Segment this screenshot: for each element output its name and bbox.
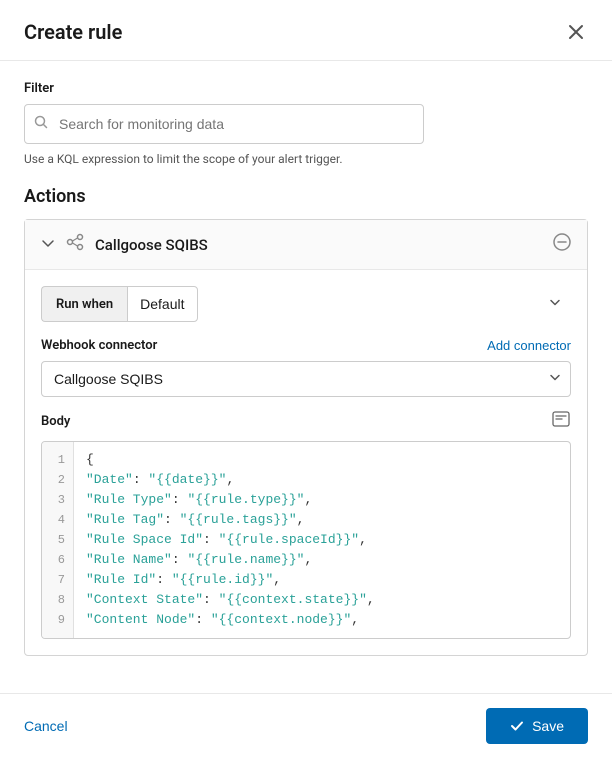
body-section: Body 1: [41, 409, 571, 639]
code-line: "Rule Type": "{{rule.type}}",: [86, 490, 558, 510]
action-card-body: Run when Default: [25, 270, 587, 655]
add-connector-button[interactable]: Add connector: [487, 338, 571, 353]
modal-header: Create rule: [0, 0, 612, 61]
body-action-icon[interactable]: [551, 409, 571, 433]
close-button[interactable]: [564, 20, 588, 44]
close-icon: [568, 24, 584, 40]
search-icon: [34, 115, 48, 133]
search-input[interactable]: [24, 104, 424, 144]
code-line: "Rule Tag": "{{rule.tags}}",: [86, 510, 558, 530]
modal-title: Create rule: [24, 20, 122, 44]
run-when-select-wrapper: Default: [127, 286, 571, 322]
save-label: Save: [532, 718, 564, 734]
connector-select-wrapper: Callgoose SQIBS: [41, 361, 571, 397]
action-card-left: Callgoose SQIBS: [41, 232, 208, 257]
code-editor: 1 2 3 4 5 6 7 8 9: [41, 441, 571, 639]
run-when-row: Run when Default: [41, 286, 571, 322]
webhook-section: Webhook connector Add connector Callgoos…: [41, 338, 571, 397]
code-line: "Context State": "{{context.state}}",: [86, 590, 558, 610]
cancel-button[interactable]: Cancel: [24, 710, 68, 742]
filter-hint: Use a KQL expression to limit the scope …: [24, 152, 588, 166]
run-when-label: Run when: [41, 286, 127, 322]
modal-body: Filter Use a KQL expression to limit the…: [0, 61, 612, 693]
code-content[interactable]: { "Date": "{{date}}", "Rule Type": "{{ru…: [74, 442, 570, 638]
connector-select[interactable]: Callgoose SQIBS: [41, 361, 571, 397]
action-name: Callgoose SQIBS: [95, 236, 208, 254]
line-numbers: 1 2 3 4 5 6 7 8 9: [42, 442, 74, 638]
filter-label: Filter: [24, 81, 588, 96]
run-when-select[interactable]: Default: [127, 286, 198, 322]
code-lines: 1 2 3 4 5 6 7 8 9: [42, 442, 570, 638]
actions-title: Actions: [24, 186, 588, 207]
remove-action-button[interactable]: [553, 233, 571, 256]
action-card: Callgoose SQIBS Run when: [24, 219, 588, 656]
action-card-header[interactable]: Callgoose SQIBS: [25, 220, 587, 270]
code-line: "Rule Name": "{{rule.name}}",: [86, 550, 558, 570]
modal-overlay: Create rule Filter Use a KQL exp: [0, 0, 612, 758]
connector-icon: [65, 232, 85, 257]
webhook-label: Webhook connector: [41, 338, 157, 353]
code-line: "Rule Id": "{{rule.id}}",: [86, 570, 558, 590]
expand-icon: [41, 236, 55, 254]
code-line: "Date": "{{date}}",: [86, 470, 558, 490]
create-rule-modal: Create rule Filter Use a KQL exp: [0, 0, 612, 758]
code-line: "Rule Space Id": "{{rule.spaceId}}",: [86, 530, 558, 550]
save-icon: [510, 719, 524, 733]
code-line: {: [86, 450, 558, 470]
modal-footer: Cancel Save: [0, 693, 612, 758]
body-header: Body: [41, 409, 571, 433]
save-button[interactable]: Save: [486, 708, 588, 744]
code-line: "Content Node": "{{context.node}}",: [86, 610, 558, 630]
search-container: [24, 104, 588, 144]
webhook-header: Webhook connector Add connector: [41, 338, 571, 353]
body-label: Body: [41, 414, 70, 429]
run-when-chevron-icon: [549, 297, 561, 312]
